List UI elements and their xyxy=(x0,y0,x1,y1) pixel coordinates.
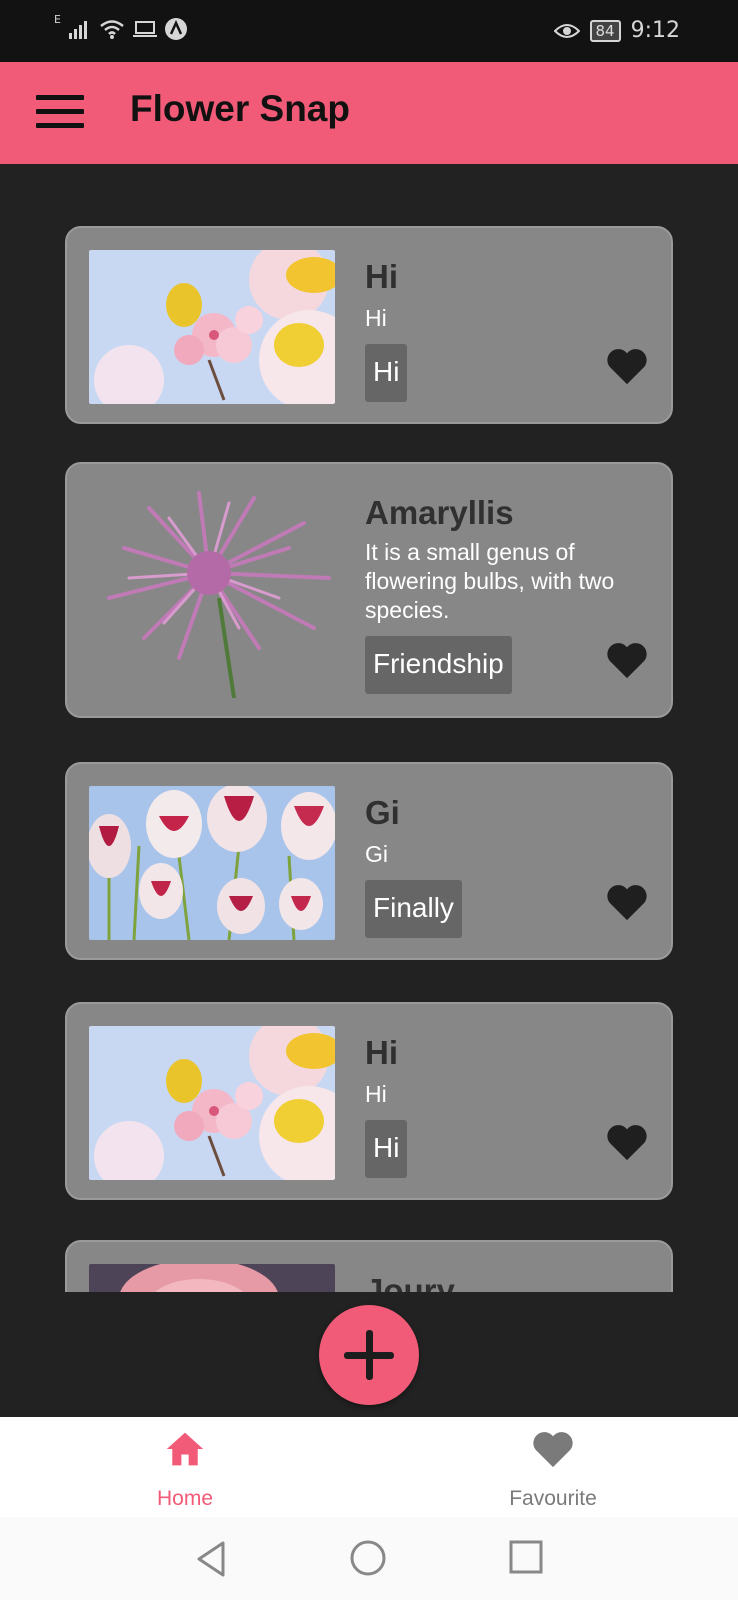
signal-icon xyxy=(68,21,87,39)
system-navigation-bar xyxy=(0,1517,738,1600)
status-bar: E 84 9:12 xyxy=(0,0,738,62)
nav-item-favourite[interactable]: Favourite xyxy=(453,1417,653,1517)
flower-card[interactable]: Gi Gi Finally xyxy=(65,762,673,960)
flower-list[interactable]: Hi Hi Hi Amaryllis It is a small genus o… xyxy=(0,164,738,1292)
flower-description: Gi xyxy=(365,841,388,867)
heart-icon xyxy=(533,1432,573,1468)
flower-description: Hi xyxy=(365,305,387,331)
flower-description: It is a small genus of flowering bulbs, … xyxy=(365,539,615,623)
home-icon xyxy=(166,1432,204,1466)
nav-item-home[interactable]: Home xyxy=(85,1417,285,1517)
back-icon[interactable] xyxy=(193,1539,229,1579)
home-circle-icon[interactable] xyxy=(349,1539,387,1577)
battery-icon: 84 xyxy=(589,19,621,42)
network-type-label: E xyxy=(54,12,61,26)
nav-label-home: Home xyxy=(156,1487,214,1510)
status-right-icons: 84 9:12 xyxy=(553,18,680,43)
flower-title: Joury xyxy=(365,1272,455,1292)
flower-image xyxy=(89,1264,335,1292)
status-time: 9:12 xyxy=(630,18,680,43)
laptop-icon xyxy=(132,21,157,37)
flower-title: Hi xyxy=(365,1034,398,1071)
flower-tag: Hi xyxy=(365,344,408,402)
flower-card[interactable]: Hi Hi Hi xyxy=(65,1002,673,1200)
bottom-navigation: Home Favourite xyxy=(0,1417,738,1517)
flower-title: Hi xyxy=(365,258,398,295)
flower-title: Amaryllis xyxy=(365,494,514,531)
hamburger-menu-icon[interactable] xyxy=(36,89,84,137)
status-left-icons: E xyxy=(54,13,187,40)
wifi-icon xyxy=(100,20,124,39)
app-title: Flower Snap xyxy=(130,88,350,129)
heart-icon[interactable] xyxy=(605,346,649,386)
heart-icon[interactable] xyxy=(605,1122,649,1162)
vpn-icon xyxy=(164,18,187,40)
heart-icon[interactable] xyxy=(605,640,649,680)
add-flower-button[interactable] xyxy=(319,1305,419,1405)
heart-icon[interactable] xyxy=(605,882,649,922)
flower-image xyxy=(89,786,335,940)
flower-title: Gi xyxy=(365,794,400,831)
flower-image xyxy=(89,1026,335,1180)
recents-icon[interactable] xyxy=(508,1539,544,1575)
flower-tag: Hi xyxy=(365,1120,408,1178)
flower-card[interactable]: Hi Hi Hi xyxy=(65,226,673,424)
flower-image xyxy=(89,250,335,404)
app-bar: Flower Snap xyxy=(0,62,738,164)
flower-tag: Finally xyxy=(365,880,462,938)
nav-label-favourite: Favourite xyxy=(509,1487,597,1510)
flower-card[interactable]: Joury xyxy=(65,1240,673,1292)
flower-tag: Friendship xyxy=(365,636,512,694)
flower-card[interactable]: Amaryllis It is a small genus of floweri… xyxy=(65,462,673,718)
flower-description: Hi xyxy=(365,1081,387,1107)
flower-image xyxy=(89,488,335,698)
eye-icon xyxy=(553,23,580,38)
